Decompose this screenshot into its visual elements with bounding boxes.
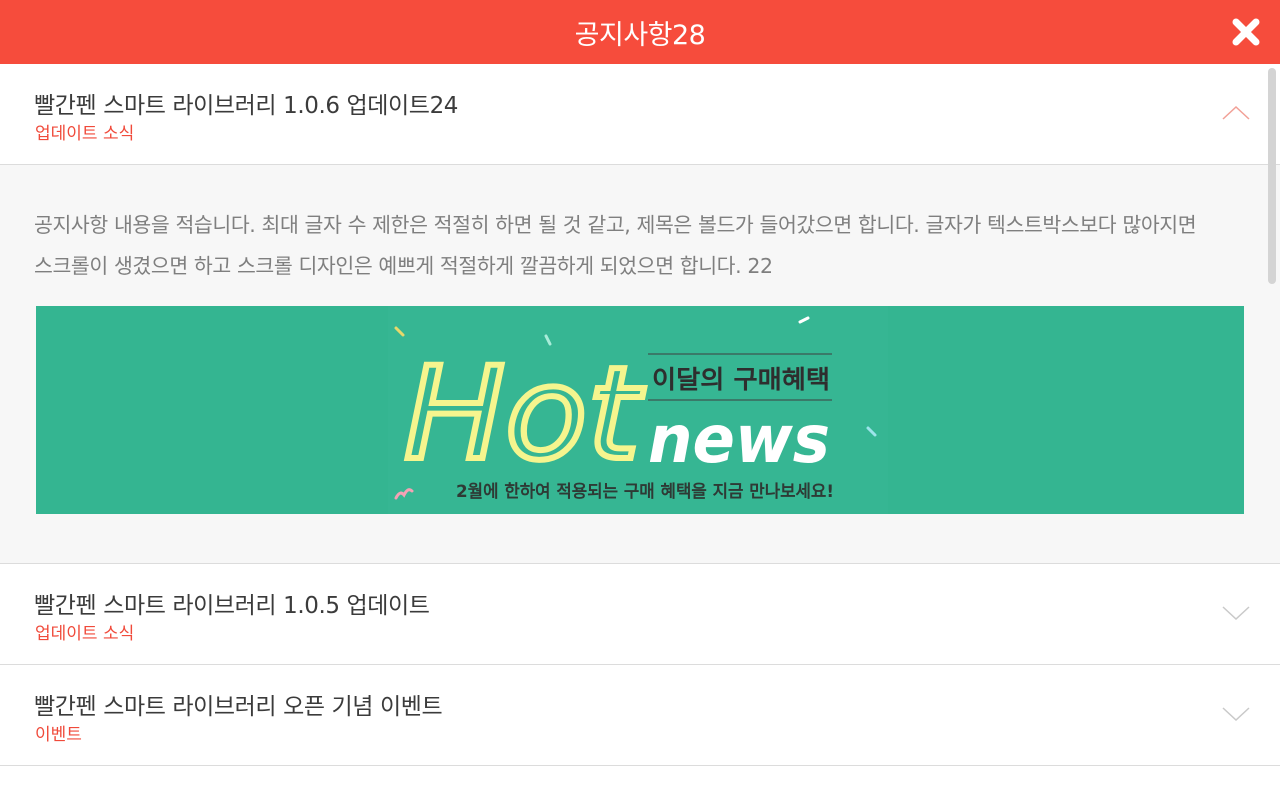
chevron-down-icon[interactable] (1222, 705, 1250, 721)
notice-item-2[interactable]: 빨간펜 스마트 라이브러리 1.0.5 업데이트 업데이트 소식 (0, 564, 1280, 665)
notice-category: 이벤트 (35, 725, 82, 745)
notice-content-text: 공지사항 내용을 적습니다. 최대 글자 수 제한은 적절히 하면 될 것 같고… (34, 213, 1197, 278)
banner-graphic: Hot 이달의 구매혜택 news 2월에 한하여 적용되는 구매 혜택을 지금… (388, 306, 888, 514)
banner-subtext: 2월에 한하여 적용되는 구매 혜택을 지금 만나보세요! (456, 482, 834, 502)
notice-title: 빨간펜 스마트 라이브러리 1.0.6 업데이트24 (34, 93, 459, 119)
banner-headline: 이달의 구매혜택 (652, 365, 830, 394)
scrollbar-thumb[interactable] (1268, 68, 1276, 284)
notice-title: 빨간펜 스마트 라이브러리 1.0.5 업데이트 (34, 593, 430, 619)
close-icon (1232, 18, 1260, 46)
notice-category: 업데이트 소식 (35, 624, 135, 644)
page-title: 공지사항28 (574, 19, 706, 51)
notice-title: 빨간펜 스마트 라이브러리 오픈 기념 이벤트 (34, 694, 443, 720)
chevron-down-icon[interactable] (1222, 604, 1250, 620)
header-bar: 공지사항28 (0, 0, 1280, 64)
banner-hot-text: Hot (404, 340, 645, 489)
notice-list[interactable]: 빨간펜 스마트 라이브러리 1.0.6 업데이트24 업데이트 소식 공지사항 … (0, 64, 1280, 800)
banner-news-text: news (648, 401, 830, 478)
chevron-up-icon[interactable] (1222, 104, 1250, 120)
notice-item-1[interactable]: 빨간펜 스마트 라이브러리 1.0.6 업데이트24 업데이트 소식 (0, 64, 1280, 165)
notice-category: 업데이트 소식 (35, 124, 135, 144)
notice-content-panel: 공지사항 내용을 적습니다. 최대 글자 수 제한은 적절히 하면 될 것 같고… (0, 165, 1280, 564)
close-button[interactable] (1230, 16, 1262, 48)
hot-news-banner[interactable]: Hot 이달의 구매혜택 news 2월에 한하여 적용되는 구매 혜택을 지금… (36, 306, 1244, 514)
notice-item-3[interactable]: 빨간펜 스마트 라이브러리 오픈 기념 이벤트 이벤트 (0, 665, 1280, 766)
